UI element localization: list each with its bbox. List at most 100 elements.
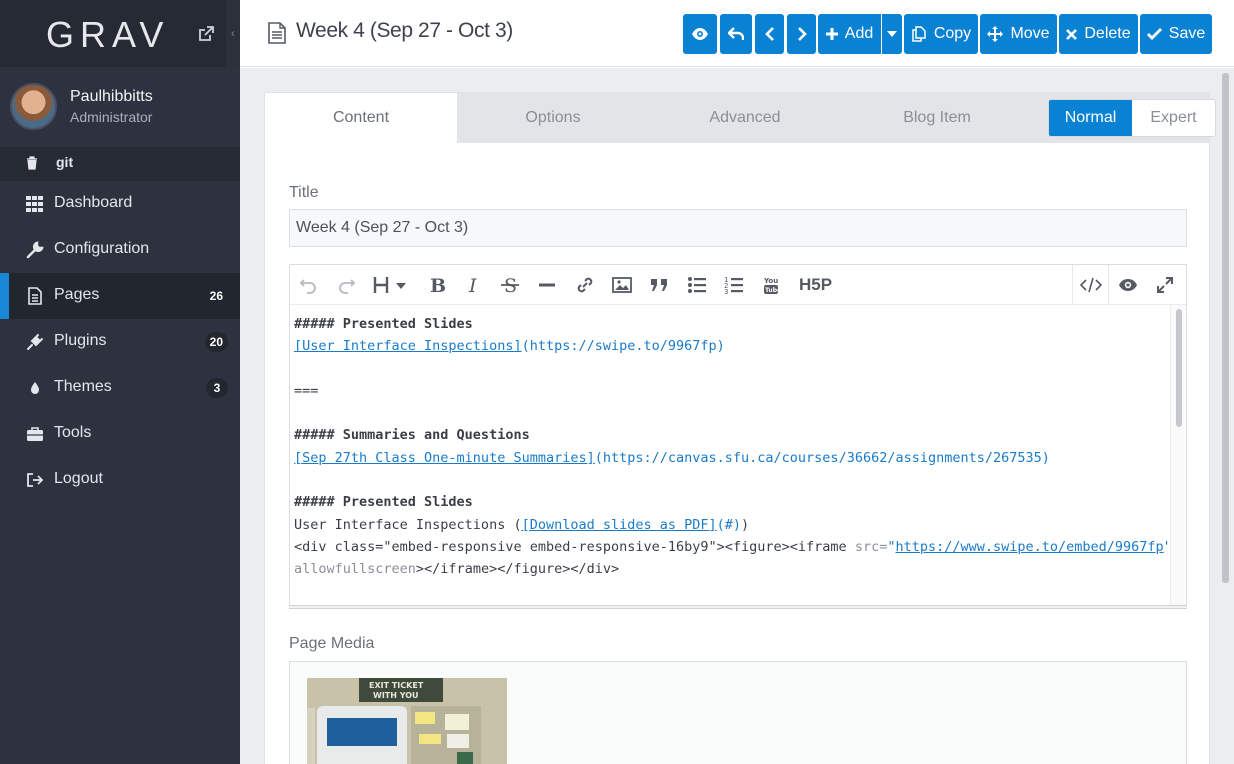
- code-line: User Interface Inspections ([Download sl…: [294, 516, 750, 533]
- copy-label: Copy: [933, 25, 972, 42]
- markdown-link[interactable]: https://www.swipe.to/embed/9967fp: [895, 539, 1163, 555]
- page-media-label: Page Media: [289, 635, 375, 652]
- expert-mode-button[interactable]: Expert: [1132, 100, 1215, 136]
- delete-label: Delete: [1084, 25, 1131, 42]
- redo-icon[interactable]: [335, 274, 357, 296]
- reply-icon: [728, 27, 744, 41]
- sidebar-item-tools[interactable]: Tools: [0, 411, 240, 457]
- editor-scroll-thumb[interactable]: [1176, 309, 1182, 427]
- copy-button[interactable]: Copy: [904, 14, 978, 54]
- undo-icon[interactable]: [298, 274, 320, 296]
- plug-icon: [26, 333, 44, 351]
- delete-button[interactable]: Delete: [1059, 14, 1138, 54]
- page-title: Week 4 (Sep 27 - Oct 3): [296, 19, 513, 42]
- tab-options[interactable]: Options: [457, 93, 649, 143]
- preview-eye-icon[interactable]: [1117, 274, 1139, 296]
- sidebar-item-configuration[interactable]: Configuration: [0, 227, 240, 273]
- sidebar-item-themes[interactable]: Themes 3: [0, 365, 240, 411]
- sidebar-item-label: Logout: [54, 470, 103, 487]
- code-line: ​: [294, 358, 1168, 380]
- tab-advanced[interactable]: Advanced: [649, 93, 841, 143]
- toolbar-divider: [1108, 265, 1109, 305]
- external-link-icon[interactable]: [198, 26, 214, 42]
- plus-icon: [825, 28, 838, 40]
- briefcase-icon: [26, 425, 44, 443]
- image-icon[interactable]: [611, 274, 633, 296]
- previous-page-button[interactable]: [755, 14, 784, 54]
- save-label: Save: [1168, 25, 1206, 42]
- title-label: Title: [289, 184, 319, 201]
- collapse-sidebar-button[interactable]: ‹: [226, 0, 240, 67]
- title-input[interactable]: [289, 209, 1187, 247]
- media-thumbnail[interactable]: EXIT TICKET WITH YOU: [307, 678, 507, 764]
- back-button[interactable]: [720, 14, 752, 54]
- sidebar-item-plugins[interactable]: Plugins 20: [0, 319, 240, 365]
- youtube-icon[interactable]: You Tube: [760, 274, 782, 296]
- plugins-count-badge: 20: [204, 332, 228, 352]
- avatar[interactable]: [10, 83, 57, 130]
- sidebar-item-pages[interactable]: Pages 26: [0, 273, 240, 319]
- editor-toolbar: B I S 123 You Tube H5P: [290, 265, 1186, 305]
- editor-text-area[interactable]: ##### Presented Slides [User Interface In…: [294, 313, 1168, 581]
- check-icon: [1146, 28, 1162, 40]
- eye-icon: [691, 27, 709, 41]
- link-icon[interactable]: [574, 274, 596, 296]
- user-name: Paulhibbitts: [70, 88, 153, 105]
- markdown-editor[interactable]: B I S 123 You Tube H5P ##### Presented Sl…: [289, 264, 1187, 609]
- italic-icon[interactable]: I: [462, 274, 484, 297]
- heading-icon[interactable]: [372, 274, 408, 296]
- file-icon: [26, 287, 44, 305]
- drop-icon: [26, 379, 44, 397]
- h5p-button[interactable]: H5P: [799, 275, 832, 295]
- sidebar-item-label: Plugins: [54, 332, 107, 349]
- grid-icon: [26, 195, 44, 213]
- page-scrollbar[interactable]: [1222, 73, 1229, 583]
- bullet-list-icon[interactable]: [686, 274, 708, 296]
- svg-text:You: You: [763, 277, 778, 285]
- svg-text:B: B: [430, 275, 446, 296]
- git-sync-item[interactable]: git: [0, 147, 240, 181]
- normal-mode-button[interactable]: Normal: [1049, 100, 1132, 136]
- code-line: [Sep 27th Class One-minute Summaries](ht…: [294, 449, 1050, 466]
- sidebar-item-label: Pages: [54, 286, 100, 303]
- svg-text:Tube: Tube: [765, 287, 781, 294]
- add-button[interactable]: Add: [818, 14, 881, 54]
- code-line: ##### Summaries and Questions: [294, 427, 530, 444]
- editor-resize-handle[interactable]: [289, 605, 1187, 609]
- bold-icon[interactable]: B: [425, 274, 447, 297]
- code-view-icon[interactable]: [1079, 274, 1103, 296]
- file-text-icon: [268, 22, 286, 49]
- grav-logo[interactable]: GRAV: [46, 14, 169, 56]
- numbered-list-icon[interactable]: 123: [723, 274, 745, 296]
- markdown-link[interactable]: [User Interface Inspections]: [294, 338, 522, 354]
- sidebar-nav: Dashboard Configuration Pages 26 Plugins…: [0, 181, 240, 503]
- fullscreen-icon[interactable]: [1154, 274, 1176, 296]
- quote-icon[interactable]: [648, 274, 670, 296]
- svg-text:WITH YOU: WITH YOU: [373, 691, 419, 700]
- page-header: Week 4 (Sep 27 - Oct 3) Add Copy Move De…: [240, 0, 1234, 67]
- sidebar-item-dashboard[interactable]: Dashboard: [0, 181, 240, 227]
- tab-content[interactable]: Content: [265, 93, 457, 143]
- add-dropdown-button[interactable]: [882, 14, 902, 54]
- tab-blog-item[interactable]: Blog Item: [841, 93, 1033, 143]
- markdown-link[interactable]: [Download slides as PDF]: [522, 517, 717, 533]
- page-media-dropzone[interactable]: EXIT TICKET WITH YOU: [289, 661, 1187, 764]
- copy-icon: [911, 26, 927, 42]
- move-button[interactable]: Move: [980, 14, 1057, 54]
- save-button[interactable]: Save: [1140, 14, 1212, 54]
- move-label: Move: [1010, 25, 1050, 42]
- next-page-button[interactable]: [787, 14, 816, 54]
- editor-scrollbar[interactable]: [1170, 305, 1185, 606]
- user-info[interactable]: Paulhibbitts Administrator: [0, 67, 240, 147]
- horizontal-rule-icon[interactable]: [536, 274, 558, 296]
- chevron-right-icon: [797, 27, 807, 41]
- editor-tabs: Content Options Advanced Blog Item Norma…: [265, 93, 1216, 143]
- main-content: Content Options Advanced Blog Item Norma…: [240, 68, 1234, 764]
- strikethrough-icon[interactable]: S: [499, 274, 521, 297]
- code-line: [User Interface Inspections](https://swi…: [294, 338, 725, 355]
- sidebar-item-logout[interactable]: Logout: [0, 457, 240, 503]
- sidebar: GRAV ‹ Paulhibbitts Administrator git Da…: [0, 0, 240, 764]
- preview-button[interactable]: [683, 14, 717, 54]
- logout-icon: [26, 471, 44, 489]
- markdown-link[interactable]: [Sep 27th Class One-minute Summaries]: [294, 450, 595, 466]
